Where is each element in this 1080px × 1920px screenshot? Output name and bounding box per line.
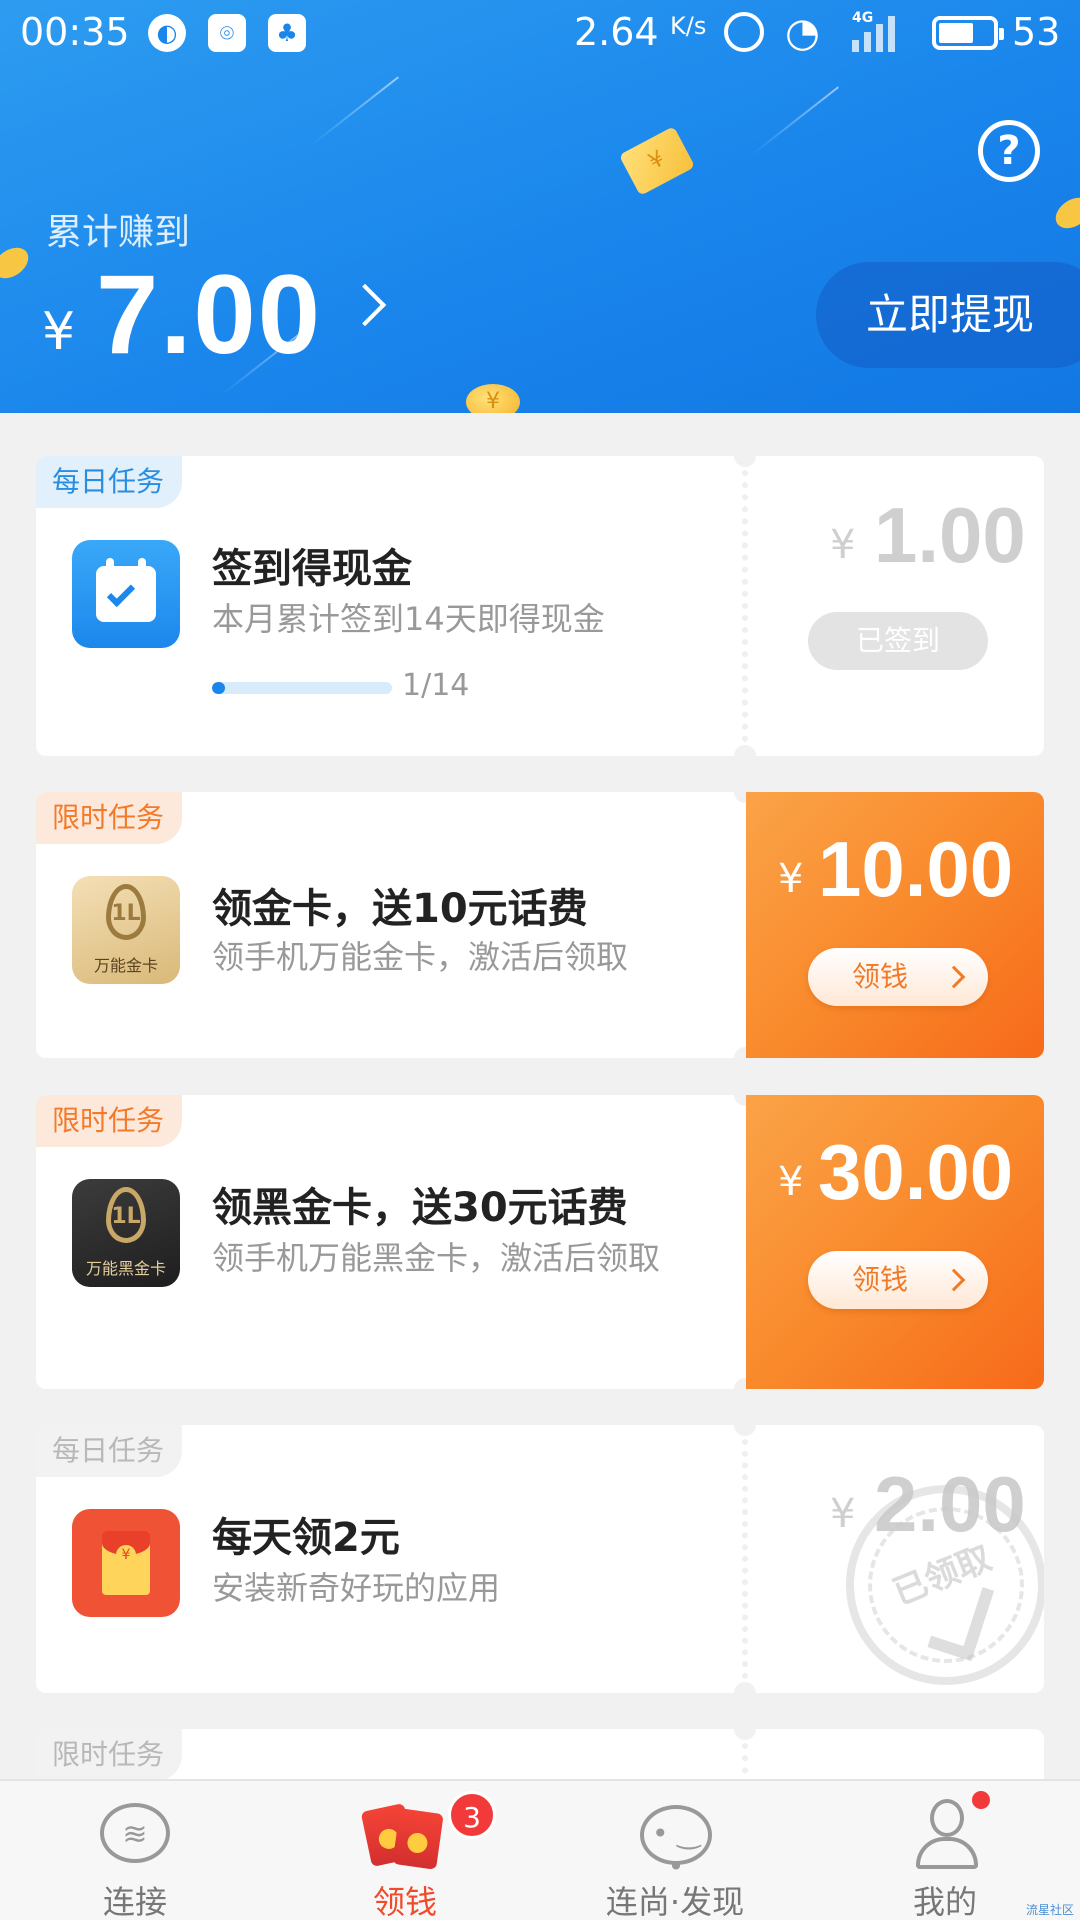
earned-label: 累计赚到 [46, 212, 191, 253]
claim-label: 领钱 [851, 1263, 908, 1296]
card-icon-label: 万能黑金卡 [85, 1259, 166, 1278]
battery-icon [932, 16, 1004, 50]
ticket-notch [734, 1729, 756, 1740]
tab-discover[interactable]: • ‿ • 连尚·发现 [540, 1781, 810, 1920]
red-dot-indicator [972, 1791, 990, 1809]
wifi-key-icon: ⌾ [208, 14, 246, 52]
reward-currency: ¥ [778, 856, 804, 902]
calendar-check-icon [72, 540, 180, 648]
chevron-right-icon [942, 965, 966, 989]
decor-leaf [0, 241, 35, 285]
browser-icon: ◐ [148, 14, 186, 52]
tab-label: 连接 [102, 1883, 167, 1920]
task-card-daily-2[interactable]: 每日任务 ¥ 每天领2元 安装新奇好玩的应用 ¥ 2.00 已领取 [36, 1425, 1044, 1693]
status-bar: 00:35 ◐ ⌾ ♣ 2.64 K/s ◔ 4G 53 [0, 0, 1080, 66]
signin-progress-text: 1/14 [402, 668, 470, 703]
task-reward: ¥ 30.00 领钱 [746, 1095, 1044, 1389]
red-envelope-icon: ¥ [72, 1509, 180, 1617]
tab-label: 连尚·发现 [605, 1883, 745, 1920]
wifi-icon: ◔ [785, 10, 820, 56]
task-tag: 限时任务 [36, 792, 183, 844]
reward-currency: ¥ [778, 1159, 804, 1205]
chevron-right-icon [942, 1268, 966, 1292]
network-type: 4G [852, 10, 874, 26]
task-tag: 每日任务 [36, 1425, 183, 1477]
decor-streak [311, 76, 399, 146]
claim-label: 领钱 [851, 960, 908, 993]
task-desc: 领手机万能黑金卡，激活后领取 [212, 1239, 661, 1277]
earned-currency: ¥ [42, 302, 76, 362]
task-title: 每天领2元 [212, 1515, 400, 1561]
battery-level: 53 [1012, 10, 1061, 54]
reward-currency: ¥ [830, 1491, 856, 1537]
decor-streak [751, 86, 839, 156]
task-tag: 限时任务 [36, 1095, 183, 1147]
task-reward: ¥ 1.00 已签到 [746, 456, 1044, 756]
task-card-gold[interactable]: 限时任务 1L 万能金卡 领金卡，送10元话费 领手机万能金卡，激活后领取 ¥ … [36, 792, 1044, 1058]
help-button[interactable]: ? [978, 120, 1040, 182]
black-gold-card-icon: 1L 万能黑金卡 [72, 1179, 180, 1287]
gold-card-icon: 1L 万能金卡 [72, 876, 180, 984]
coin-icon: ¥ [466, 384, 520, 413]
qq-icon: ♣ [268, 14, 306, 52]
reward-amount: 1.00 [874, 491, 1026, 579]
task-title: 领金卡，送10元话费 [212, 886, 588, 932]
task-desc: 安装新奇好玩的应用 [212, 1569, 501, 1607]
task-title: 领黑金卡，送30元话费 [212, 1185, 628, 1231]
planet-icon: • ‿ • [640, 1805, 712, 1883]
wifi-icon: ≋ [100, 1803, 170, 1863]
earned-amount[interactable]: 7.00 [96, 250, 322, 379]
task-tag: 限时任务 [36, 1729, 183, 1781]
notification-badge: 3 [448, 1791, 496, 1839]
task-tag: 每日任务 [36, 456, 183, 508]
reward-currency: ¥ [830, 522, 856, 568]
task-card-signin[interactable]: 每日任务 签到得现金 本月累计签到14天即得现金 1/14 ¥ 1.00 已签到 [36, 456, 1044, 756]
reward-amount: 10.00 [818, 825, 1014, 913]
signal-icon: 4G [852, 10, 912, 52]
claim-button[interactable]: 领钱 [808, 1251, 988, 1309]
tab-connect[interactable]: ≋ 连接 [0, 1781, 270, 1920]
network-speed-unit: K/s [670, 12, 707, 40]
tab-label: 领钱 [372, 1883, 437, 1920]
chevron-right-icon[interactable] [343, 283, 387, 327]
alarm-icon [724, 12, 764, 52]
watermark: 流星社区 [1025, 1903, 1074, 1917]
red-envelope-icon [360, 1801, 446, 1870]
task-title: 签到得现金 [212, 546, 412, 592]
signed-in-button[interactable]: 已签到 [808, 612, 988, 670]
withdraw-button[interactable]: 立即提现 [816, 262, 1080, 368]
task-desc: 本月累计签到14天即得现金 [212, 600, 605, 638]
task-card-black-gold[interactable]: 限时任务 1L 万能黑金卡 领黑金卡，送30元话费 领手机万能黑金卡，激活后领取… [36, 1095, 1044, 1389]
task-desc: 领手机万能金卡，激活后领取 [212, 938, 629, 976]
flying-bill-icon: ¥ [618, 126, 696, 196]
claim-button[interactable]: 领钱 [808, 948, 988, 1006]
earnings-header: ¥ ¥ 00:35 ◐ ⌾ ♣ 2.64 K/s ◔ 4G 53 ? 累计赚到 … [0, 0, 1080, 413]
card-icon-label: 万能金卡 [93, 956, 158, 975]
tab-profile[interactable]: 我的 [810, 1781, 1080, 1920]
signin-progress-bar [212, 682, 392, 694]
tab-earn-money[interactable]: 3 领钱 [270, 1781, 540, 1920]
reward-amount: 30.00 [818, 1128, 1014, 1216]
signin-progress-fill [212, 682, 225, 694]
person-icon [914, 1799, 980, 1869]
status-time: 00:35 [20, 10, 130, 54]
decor-leaf [1049, 191, 1080, 235]
network-speed: 2.64 [574, 10, 659, 54]
bottom-tab-bar: ≋ 连接 3 领钱 • ‿ • 连尚·发现 我的 流星社区 [0, 1779, 1080, 1920]
task-reward: ¥ 10.00 领钱 [746, 792, 1044, 1058]
